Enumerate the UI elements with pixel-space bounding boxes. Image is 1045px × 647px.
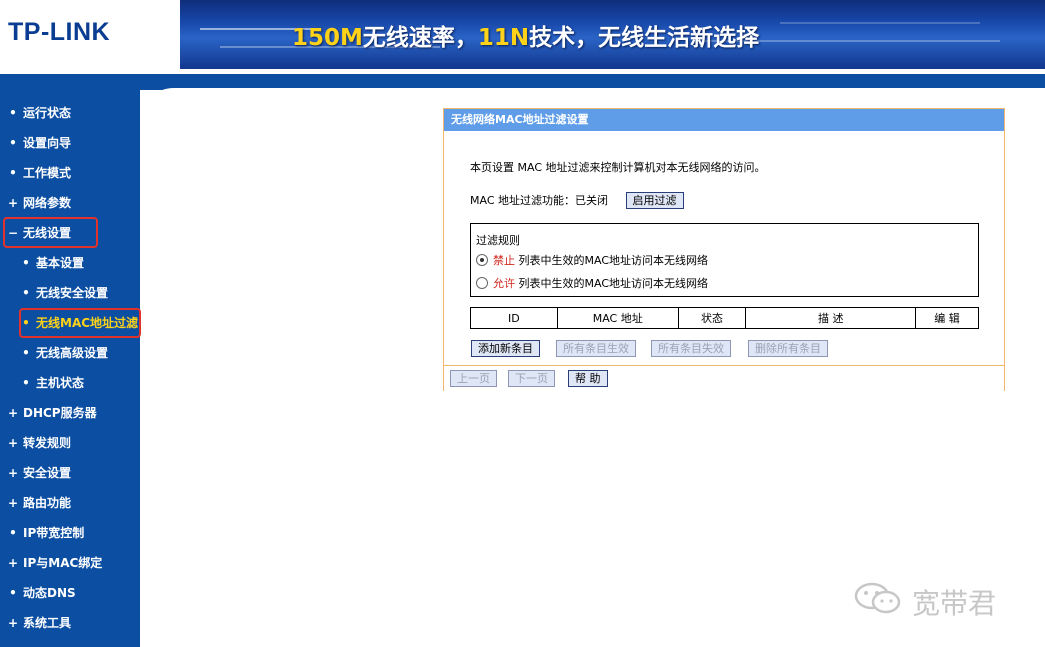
bullet-icon: • [9,106,17,120]
sidebar-item-wireless-security[interactable]: • 无线安全设置 [0,282,140,304]
watermark-text: 宽带君 [912,587,997,620]
sidebar-item-routing[interactable]: + 路由功能 [0,492,140,514]
sidebar-item-run-status[interactable]: • 运行状态 [0,102,140,124]
radio-deny[interactable] [476,254,488,266]
col-status: 状态 [677,307,747,329]
sidebar-item-ddns[interactable]: • 动态DNS [0,582,140,604]
logo-area: TP-LINK [0,0,176,69]
plus-icon: + [7,406,19,420]
sidebar-item-ip-mac-binding[interactable]: + IP与MAC绑定 [0,552,140,574]
plus-icon: + [7,466,19,480]
rule-deny-row[interactable]: 禁止 列表中生效的MAC地址访问本无线网络 [476,254,708,268]
add-entry-button[interactable]: 添加新条目 [471,340,540,357]
banner-tech: 11N [477,25,530,51]
delete-all-button[interactable]: 删除所有条目 [748,340,828,357]
sidebar-item-wireless-advanced[interactable]: • 无线高级设置 [0,342,140,364]
sidebar-item-label: 主机状态 [36,376,85,390]
col-id: ID [470,307,558,329]
bullet-icon: • [22,286,30,300]
sidebar-item-dhcp[interactable]: + DHCP服务器 [0,402,140,424]
panel-footer: 上一页 下一页 帮 助 [444,365,1004,391]
sidebar-item-forwarding[interactable]: + 转发规则 [0,432,140,454]
bullet-icon: • [9,586,17,600]
sidebar-item-label: 系统工具 [23,616,72,630]
prev-page-button[interactable]: 上一页 [450,370,497,387]
banner: 150M无线速率，11N技术，无线生活新选择 [180,0,1045,69]
enable-all-button[interactable]: 所有条目生效 [556,340,636,357]
filter-status: 已关闭 [575,194,608,207]
sidebar-item-setup-wizard[interactable]: • 设置向导 [0,132,140,154]
help-button[interactable]: 帮 助 [568,370,608,387]
annotation-box-wireless [3,217,98,248]
plus-icon: + [7,556,19,570]
rule-deny-text: 列表中生效的MAC地址访问本无线网络 [518,254,709,267]
col-description: 描 述 [745,307,917,329]
plus-icon: + [7,196,19,210]
wechat-icon [854,582,901,614]
sidebar-item-wireless-basic[interactable]: • 基本设置 [0,252,140,274]
bullet-icon: • [22,376,30,390]
sidebar-item-label: 设置向导 [23,136,72,150]
sidebar-item-network[interactable]: + 网络参数 [0,192,140,214]
sidebar-item-label: IP与MAC绑定 [23,556,103,570]
rule-allow-keyword: 允许 [493,277,515,290]
sidebar-item-bandwidth[interactable]: • IP带宽控制 [0,522,140,544]
bullet-icon: • [9,166,17,180]
sidebar-item-label: 无线安全设置 [36,286,109,300]
col-edit: 编 辑 [915,307,979,329]
plus-icon: + [7,496,19,510]
sidebar-item-label: 无线高级设置 [36,346,109,360]
bullet-icon: • [22,346,30,360]
panel-title: 无线网络MAC地址过滤设置 [444,109,1004,131]
rules-title: 过滤规则 [476,234,520,247]
banner-speed: 150M [292,25,363,51]
bullet-icon: • [9,526,17,540]
sidebar-item-host-status[interactable]: • 主机状态 [0,372,140,394]
mac-table: ID MAC 地址 状态 描 述 编 辑 [470,307,979,329]
banner-text-2: 技术，无线生活新选择 [529,25,760,51]
enable-filter-button[interactable]: 启用过滤 [625,192,684,209]
sidebar-item-label: 基本设置 [36,256,85,270]
banner-text-1: 无线速率， [362,25,478,51]
sidebar-item-label: 工作模式 [23,166,72,180]
sidebar-item-label: 路由功能 [23,496,72,510]
filter-label: MAC 地址过滤功能： [470,194,575,207]
sidebar-item-security[interactable]: + 安全设置 [0,462,140,484]
col-mac: MAC 地址 [556,307,679,329]
sidebar-item-label: 安全设置 [23,466,72,480]
table-header-row: ID MAC 地址 状态 描 述 编 辑 [470,307,979,329]
tp-link-logo: TP-LINK [8,18,111,46]
sidebar-item-label: 运行状态 [23,106,72,120]
rule-allow-row[interactable]: 允许 列表中生效的MAC地址访问本无线网络 [476,277,708,291]
sidebar-item-work-mode[interactable]: • 工作模式 [0,162,140,184]
radio-allow[interactable] [476,277,488,289]
banner-slogan: 150M无线速率，11N技术，无线生活新选择 [292,18,759,52]
annotation-box-mac-filter [19,308,141,338]
sidebar-item-label: 转发规则 [23,436,72,450]
sidebar-item-label: DHCP服务器 [23,406,97,420]
disable-all-button[interactable]: 所有条目失效 [651,340,731,357]
panel-description: 本页设置 MAC 地址过滤来控制计算机对本无线网络的访问。 [470,161,766,174]
sidebar-item-system-tools[interactable]: + 系统工具 [0,612,140,634]
bullet-icon: • [22,256,30,270]
rule-deny-keyword: 禁止 [493,254,515,267]
plus-icon: + [7,436,19,450]
sidebar-item-label: 动态DNS [23,586,76,600]
watermark: 宽带君 [850,578,1020,620]
header: TP-LINK 150M无线速率，11N技术，无线生活新选择 [0,0,1045,74]
next-page-button[interactable]: 下一页 [508,370,555,387]
bullet-icon: • [9,136,17,150]
sidebar-item-label: 网络参数 [23,196,72,210]
sidebar-item-label: IP带宽控制 [23,526,85,540]
mac-filter-panel: 无线网络MAC地址过滤设置 本页设置 MAC 地址过滤来控制计算机对本无线网络的… [443,108,1005,391]
rule-allow-text: 列表中生效的MAC地址访问本无线网络 [518,277,709,290]
filter-status-row: MAC 地址过滤功能：已关闭 启用过滤 [470,192,684,210]
plus-icon: + [7,616,19,630]
filter-rules-box: 过滤规则 禁止 列表中生效的MAC地址访问本无线网络 允许 列表中生效的MAC地… [470,223,979,297]
